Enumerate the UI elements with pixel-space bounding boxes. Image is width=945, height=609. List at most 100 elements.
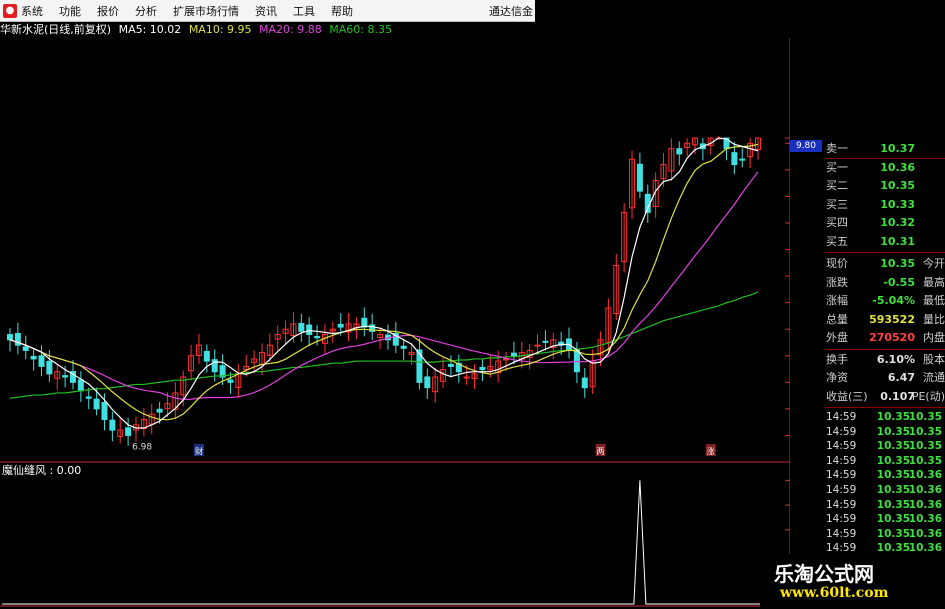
trade-row: 14:59 10.3510.36 <box>826 498 945 512</box>
quote-row: 买四 10.32 <box>826 214 945 233</box>
sub-indicator-label: 魔仙缝风 : 0.00 <box>2 464 82 477</box>
stat-value: 593522 <box>869 312 915 326</box>
menu-function[interactable]: 功能 <box>59 3 81 19</box>
quote-panel: 9.80 卖一 10.37 买一 10.36 买二 10.35 买三 10.33 买四 10.32 买… <box>790 138 945 609</box>
event-marker-label: 涨 <box>707 446 715 456</box>
watermark-title: 乐淘公式网 <box>774 562 874 586</box>
stat-label-right: 流通 <box>923 371 945 384</box>
stat-row: 外盘 270520 内盘 <box>826 329 945 348</box>
stat-label: 涨幅 <box>826 294 848 307</box>
candle-body <box>101 402 108 421</box>
trade-price: 10.35 <box>876 411 910 423</box>
stat-divider <box>826 348 945 350</box>
current-price-marker: 9.80 <box>790 140 822 152</box>
trade-volume: 10.35 <box>908 425 942 438</box>
quote-row: 买五 10.31 <box>826 233 945 252</box>
trade-row: 14:59 10.35 10.35 <box>826 410 945 424</box>
ma5-label: MA5: 10.02 <box>118 23 182 36</box>
stat-value: 6.10% <box>876 352 915 366</box>
trade-price: 10.35 <box>876 527 910 540</box>
trade-price: 10.35 <box>876 469 910 482</box>
quote-label: 买四 <box>826 216 848 229</box>
stat-value: -5.04% <box>872 294 915 307</box>
menu-system[interactable]: 系统 <box>21 3 43 19</box>
stock-name: 华新水泥(日线,前复权) <box>0 23 112 36</box>
trade-volume: 10.35 <box>908 440 942 453</box>
trade-volume: 10.36 <box>908 484 942 496</box>
candle-body <box>46 360 53 375</box>
trade-price: 10.35 <box>876 440 910 453</box>
watermark-url: www.60lt.com <box>780 585 889 601</box>
indicator-header: 华新水泥(日线,前复权) MA5: 10.02 MA10: 9.95 MA20:… <box>0 22 790 38</box>
trade-volume: 10.35 <box>908 411 942 423</box>
signal-line <box>2 480 788 605</box>
stat-value: 6.47 <box>887 371 915 384</box>
trade-row: 14:59 10.3510.36 <box>826 468 945 482</box>
candle-body <box>424 376 431 389</box>
trade-time: 14:59 <box>826 527 857 540</box>
candle-body <box>30 355 37 360</box>
trade-time: 14:59 <box>826 411 857 423</box>
candle-body <box>85 396 92 399</box>
trade-time: 14:59 <box>826 469 857 482</box>
quote-row: 卖一 10.37 <box>826 140 945 159</box>
candle-body <box>676 148 683 155</box>
candle-body <box>211 359 218 373</box>
ma20-label: MA20: 9.88 <box>259 23 322 36</box>
candle-body <box>416 349 423 383</box>
trade-time: 14:59 <box>826 513 857 526</box>
trade-volume: 10.36 <box>908 513 942 526</box>
candle-body <box>298 322 305 332</box>
menu-bar: ● 系统 功能 报价 分析 扩展市场行情 资讯 工具 帮助 通达信金 <box>0 0 535 22</box>
candle-body <box>62 375 69 378</box>
watermark: 乐淘公式网 www.60lt.com <box>760 554 945 609</box>
stat-label-right: PE(动) <box>911 389 945 403</box>
trade-volume: 10.36 <box>908 527 942 540</box>
candle-body <box>636 163 643 192</box>
candle-body <box>463 376 470 379</box>
stat-row: 收益(三) 0.107 PE(动) <box>826 388 945 407</box>
stat-label-right: 最低 <box>923 294 945 307</box>
stat-label: 净资 <box>826 371 848 384</box>
stat-value: -0.55 <box>883 275 915 289</box>
candle-body <box>227 379 234 383</box>
quote-row: 买三 10.33 <box>826 196 945 215</box>
stat-label-right: 量比 <box>923 312 945 326</box>
app-logo-icon: ● <box>3 3 17 18</box>
candle-body <box>731 152 738 166</box>
candle-body <box>203 350 210 362</box>
trade-volume: 10.36 <box>908 469 942 482</box>
trade-row: 14:59 10.3510.36 <box>826 527 945 541</box>
quote-label: 买二 <box>826 179 848 192</box>
stat-label-right: 股本 <box>923 352 945 366</box>
menu-analysis[interactable]: 分析 <box>135 3 157 19</box>
candle-body <box>125 427 132 436</box>
menu-ext-market[interactable]: 扩展市场行情 <box>173 3 239 19</box>
ma10-line <box>9 143 759 421</box>
candle-body <box>447 363 454 367</box>
menu-tools[interactable]: 工具 <box>293 3 315 19</box>
candle-body <box>93 398 100 410</box>
candle-body <box>306 324 313 336</box>
kline-chart[interactable]: 9.809.759.509.259.008.758.508.258.007.75… <box>0 38 790 609</box>
stat-row: 涨跌 -0.55 最高 <box>826 274 945 293</box>
stat-label-right: 今开 <box>923 257 945 270</box>
trade-price: 10.35 <box>876 425 910 438</box>
candle-body <box>314 336 321 339</box>
menu-info[interactable]: 资讯 <box>255 3 277 19</box>
quote-value: 10.35 <box>880 179 915 192</box>
app-title: 通达信金 <box>489 5 533 18</box>
quote-label: 卖一 <box>826 142 848 155</box>
candle-body <box>739 158 746 161</box>
menu-quote[interactable]: 报价 <box>97 3 119 19</box>
trade-row: 14:59 10.35 10.35 <box>826 454 945 468</box>
stat-row: 现价 10.35 今开 <box>826 255 945 274</box>
ma60-label: MA60: 8.35 <box>329 23 392 36</box>
trade-price: 10.35 <box>876 498 910 511</box>
stat-label: 总量 <box>826 312 848 326</box>
menu-help[interactable]: 帮助 <box>331 3 353 19</box>
stat-row: 净资 6.47 流通 <box>826 369 945 388</box>
trade-price: 10.35 <box>876 484 910 496</box>
trade-price: 10.35 <box>876 454 910 467</box>
candle-body <box>7 334 13 341</box>
